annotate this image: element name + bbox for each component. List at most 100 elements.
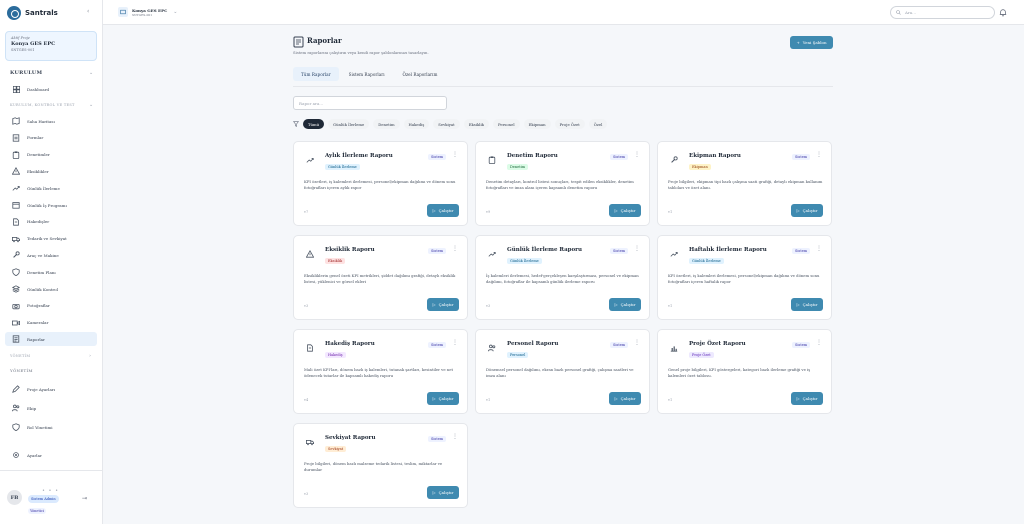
search-icon bbox=[896, 10, 901, 15]
more-options-icon[interactable]: ⋮ bbox=[634, 339, 640, 346]
avatar[interactable]: FB bbox=[7, 490, 22, 505]
bell-icon[interactable] bbox=[999, 8, 1008, 17]
play-icon: ▷ bbox=[432, 396, 436, 401]
run-report-button[interactable]: ▷ Çalıştır bbox=[427, 204, 459, 217]
report-card[interactable]: Aylık İlerleme Raporu Günlük İlerleme Sist… bbox=[293, 141, 468, 226]
report-card[interactable]: Sevkiyat Raporu Sevkiyat Sistem ⋮ Proje bilg… bbox=[293, 423, 468, 508]
filter-chip[interactable]: Personel bbox=[492, 119, 520, 129]
sidebar-item-11[interactable]: Günlük Kontrol bbox=[5, 282, 97, 296]
sidebar-item-2[interactable]: Formlar bbox=[5, 131, 97, 145]
sidebar-item-3[interactable]: Denetimler bbox=[5, 148, 97, 162]
run-report-button[interactable]: ▷ Çalıştır bbox=[609, 392, 641, 405]
chevron-down-icon[interactable]: ⌄ bbox=[89, 102, 93, 108]
sidebar-item-13[interactable]: Kameralar bbox=[5, 316, 97, 330]
report-card[interactable]: Ekipman Raporu Ekipman Sistem ⋮ Proje bilgil… bbox=[657, 141, 832, 226]
report-card[interactable]: Denetim Raporu Denetim Sistem ⋮ Denetim deta… bbox=[475, 141, 650, 226]
sidebar-item-5[interactable]: Günlük İlerleme bbox=[5, 181, 97, 195]
report-card-title: Ekipman Raporu bbox=[689, 153, 741, 159]
run-report-button[interactable]: ▷ Çalıştır bbox=[609, 298, 641, 311]
layers-icon bbox=[12, 285, 20, 293]
sidebar-item-label: Denetim Planı bbox=[27, 269, 56, 275]
filter-chip[interactable]: Hakediş bbox=[403, 119, 430, 129]
sidebar-item-10[interactable]: Denetim Planı bbox=[5, 265, 97, 279]
report-card[interactable]: Hakediş Raporu Hakediş Sistem ⋮ Mali özet KP… bbox=[293, 329, 468, 414]
app-name: Santrals bbox=[25, 9, 58, 17]
section-kurulum[interactable]: KURULUM bbox=[10, 70, 42, 76]
more-options-icon[interactable]: ⋮ bbox=[816, 339, 822, 346]
clipboard-icon bbox=[486, 154, 498, 166]
filter-row: Tümü Günlük İlerleme Denetim Hakediş Sevkiya… bbox=[293, 119, 611, 129]
sidebar-item-14[interactable]: Raporlar bbox=[5, 332, 97, 347]
run-report-button[interactable]: ▷ Çalıştır bbox=[427, 486, 459, 499]
collapse-sidebar-icon[interactable]: ‹ bbox=[87, 8, 89, 15]
sidebar: Santrals ‹ Aktif Proje Konya GES EPC SNT… bbox=[0, 0, 103, 524]
more-options-icon[interactable]: ⋮ bbox=[452, 339, 458, 346]
sidebar-item-dashboard[interactable]: Dashboard bbox=[5, 82, 97, 96]
trend-icon bbox=[486, 248, 498, 260]
report-card[interactable]: Personel Raporu Personel Sistem ⋮ Dönemsel p… bbox=[475, 329, 650, 414]
tab-all-reports[interactable]: Tüm Raporlar bbox=[293, 67, 339, 81]
run-report-button[interactable]: ▷ Çalıştır bbox=[427, 392, 459, 405]
active-project-card[interactable]: Aktif Proje Konya GES EPC SNTGES-001 bbox=[5, 31, 97, 61]
sidebar-item-4[interactable]: Eksiklikler bbox=[5, 164, 97, 178]
filter-chip[interactable]: Günlük İlerleme bbox=[328, 119, 370, 129]
filter-chip[interactable]: Sevkiyat bbox=[433, 119, 460, 129]
sidebar-admin-item-3[interactable]: Rol Yönetimi bbox=[5, 420, 97, 434]
filter-chip[interactable]: Eksiklik bbox=[463, 119, 489, 129]
sidebar-item-label: Ayarlar bbox=[27, 452, 42, 458]
new-template-label: Yeni Şablon bbox=[802, 40, 827, 45]
more-options-icon[interactable]: ⋮ bbox=[634, 245, 640, 252]
report-card-description: Dönemsel personel dağılımı, ekran bazlı … bbox=[486, 367, 634, 378]
global-search-input[interactable]: Ara... bbox=[890, 6, 995, 19]
play-icon: ▷ bbox=[796, 208, 800, 213]
play-icon: ▷ bbox=[796, 302, 800, 307]
sidebar-item-12[interactable]: Fotoğraflar bbox=[5, 299, 97, 313]
report-system-tag: Sistem bbox=[792, 154, 811, 160]
report-search-input[interactable]: Rapor ara... bbox=[293, 96, 447, 110]
report-card[interactable]: Haftalık İlerleme Raporu Günlük İlerleme S… bbox=[657, 235, 832, 320]
sidebar-item-1[interactable]: Saha Haritası bbox=[5, 114, 97, 128]
report-card-description: KPI özetleri, iş kalemleri ilerlemesi, p… bbox=[668, 273, 820, 284]
run-report-button[interactable]: ▷ Çalıştır bbox=[791, 392, 823, 405]
brand[interactable]: Santrals bbox=[7, 5, 58, 21]
sidebar-item-9[interactable]: Araç ve Makine bbox=[5, 248, 97, 262]
tab-custom-reports[interactable]: Özel Raporlarım bbox=[395, 67, 446, 81]
report-card[interactable]: Günlük İlerleme Raporu Günlük İlerleme Sis… bbox=[475, 235, 650, 320]
run-report-button[interactable]: ▷ Çalıştır bbox=[791, 298, 823, 311]
more-options-icon[interactable]: ⋮ bbox=[634, 151, 640, 158]
sidebar-item-7[interactable]: Hakedişler bbox=[5, 215, 97, 229]
video-icon bbox=[12, 319, 20, 327]
report-card[interactable]: Eksiklik Raporu Eksiklik Sistem ⋮ Eksiklikle… bbox=[293, 235, 468, 320]
filter-chip[interactable]: Denetim bbox=[373, 119, 400, 129]
sidebar-item-label: Proje Ayarları bbox=[27, 386, 56, 392]
run-report-button[interactable]: ▷ Çalıştır bbox=[427, 298, 459, 311]
sidebar-item-6[interactable]: Günlük İş Programı bbox=[5, 198, 97, 212]
new-template-button[interactable]: + Yeni Şablon bbox=[790, 36, 833, 49]
sidebar-item-8[interactable]: Tedarik ve Sevkiyat bbox=[5, 232, 97, 246]
filter-chip[interactable]: Proje Özet bbox=[554, 119, 585, 129]
logout-icon[interactable]: ⇥ bbox=[82, 495, 87, 502]
run-report-button[interactable]: ▷ Çalıştır bbox=[609, 204, 641, 217]
more-options-icon[interactable]: ⋮ bbox=[452, 433, 458, 440]
filter-chip[interactable]: Özel bbox=[588, 119, 608, 129]
sidebar-admin-item-2[interactable]: Ekip bbox=[5, 401, 97, 415]
more-options-icon[interactable]: ⋮ bbox=[816, 245, 822, 252]
project-selector[interactable]: Konya GES EPC SNTGES-001 ⌄ bbox=[118, 3, 177, 21]
more-options-icon[interactable]: ⋮ bbox=[816, 151, 822, 158]
play-icon: ▷ bbox=[432, 302, 436, 307]
filter-chip[interactable]: Ekipman bbox=[523, 119, 551, 129]
filter-chip[interactable]: Tümü bbox=[303, 119, 325, 129]
status-dots: • • • bbox=[42, 488, 60, 494]
chevron-down-icon[interactable]: ⌄ bbox=[89, 70, 93, 76]
run-report-button[interactable]: ▷ Çalıştır bbox=[791, 204, 823, 217]
sidebar-item-settings[interactable]: Ayarlar bbox=[5, 448, 97, 462]
tab-system-reports[interactable]: Sistem Raporları bbox=[341, 67, 393, 81]
more-options-icon[interactable]: ⋮ bbox=[452, 245, 458, 252]
section-yonetim-collapsed[interactable]: YÖNETİM bbox=[10, 354, 30, 358]
chevron-right-icon[interactable]: › bbox=[89, 353, 91, 359]
sidebar-admin-item-1[interactable]: Proje Ayarları bbox=[5, 382, 97, 396]
shield-icon bbox=[12, 268, 20, 277]
trend-icon bbox=[304, 154, 316, 166]
more-options-icon[interactable]: ⋮ bbox=[452, 151, 458, 158]
report-card[interactable]: Proje Özet Raporu Proje Özet Sistem ⋮ Genel … bbox=[657, 329, 832, 414]
